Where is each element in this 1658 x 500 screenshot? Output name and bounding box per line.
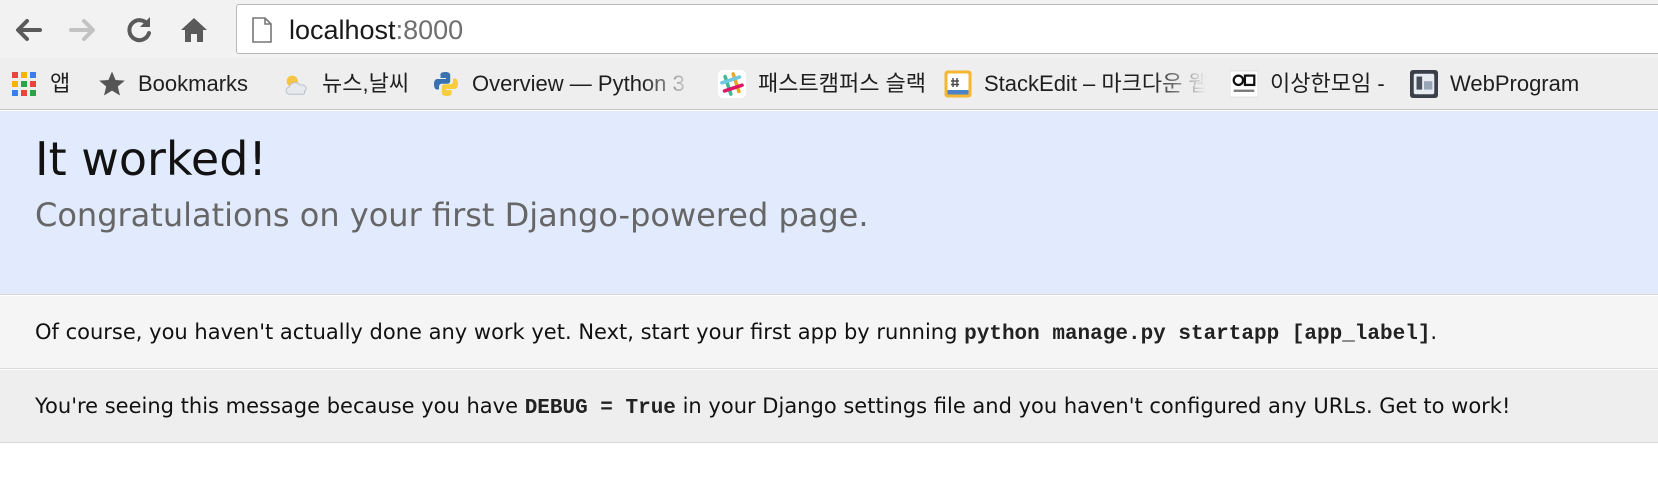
summary-section: It worked! Congratulations on your first…	[0, 111, 1658, 295]
site-logo-icon	[1230, 70, 1258, 98]
startapp-command: python manage.py startapp [app_label]	[964, 323, 1431, 346]
bookmark-label: StackEdit – 마크다운 웹	[984, 71, 1206, 96]
bookmark-webprogramming[interactable]: WebProgram	[1410, 58, 1658, 110]
bookmark-stackedit[interactable]: StackEdit – 마크다운 웹	[944, 58, 1206, 110]
arrow-left-icon	[16, 19, 42, 41]
browser-toolbar: localhost:8000	[0, 0, 1658, 58]
page-icon	[252, 17, 272, 43]
slack-logo-icon	[718, 70, 746, 98]
bookmark-label: 패스트캠퍼스 슬랙	[758, 71, 927, 96]
explanation-text-after: in your Django settings file and you hav…	[675, 394, 1511, 418]
bookmark-label: 이상한모임 -	[1270, 71, 1385, 96]
back-button[interactable]	[6, 8, 50, 52]
explanation-text: You're seeing this message because you h…	[35, 390, 1510, 425]
bookmark-label: 앱	[50, 71, 71, 96]
reload-button[interactable]	[117, 8, 161, 52]
apps-grid-icon	[10, 70, 38, 98]
site-thumbnail-icon	[1410, 70, 1438, 98]
stackedit-logo-icon	[944, 70, 972, 98]
python-logo-icon	[432, 70, 460, 98]
instructions-text-before: Of course, you haven't actually done any…	[35, 320, 965, 344]
instructions-text-after: .	[1430, 320, 1438, 344]
reload-icon	[127, 17, 151, 43]
home-button[interactable]	[172, 8, 216, 52]
home-icon	[181, 18, 207, 42]
url-host: localhost	[289, 15, 396, 45]
bookmark-label: Bookmarks	[138, 71, 249, 96]
url-port: :8000	[395, 15, 464, 45]
arrow-right-icon	[69, 19, 95, 41]
bookmark-apps[interactable]: 앱	[10, 58, 70, 110]
star-icon	[98, 70, 126, 98]
bookmark-label: Overview — Python 3	[472, 71, 685, 96]
explanation-text-before: You're seeing this message because you h…	[35, 394, 525, 418]
instructions-text: Of course, you haven't actually done any…	[35, 316, 1437, 351]
instructions-section: Of course, you haven't actually done any…	[0, 296, 1658, 369]
url-text: localhost:8000	[289, 15, 463, 45]
address-bar[interactable]: localhost:8000	[236, 4, 1658, 54]
bookmark-weird-meetup[interactable]: 이상한모임 -	[1230, 58, 1385, 110]
page-subtitle: Congratulations on your first Django-pow…	[35, 196, 869, 234]
bookmark-bookmarks[interactable]: Bookmarks	[98, 58, 248, 110]
forward-button[interactable]	[61, 8, 105, 52]
bookmark-label: 뉴스,날씨	[322, 71, 410, 96]
bookmark-label: WebProgram	[1450, 71, 1580, 96]
bookmark-slack[interactable]: 패스트캠퍼스 슬랙	[718, 58, 926, 110]
bookmark-python-docs[interactable]: Overview — Python 3	[432, 58, 694, 110]
explanation-section: You're seeing this message because you h…	[0, 370, 1658, 443]
debug-setting: DEBUG = True	[524, 397, 676, 420]
weather-icon	[282, 70, 310, 98]
bookmark-news-weather[interactable]: 뉴스,날씨	[282, 58, 409, 110]
bookmarks-bar: 앱 Bookmarks 뉴스,날씨 Overview — Python 3 패스…	[0, 58, 1658, 110]
page-title: It worked!	[35, 132, 267, 186]
